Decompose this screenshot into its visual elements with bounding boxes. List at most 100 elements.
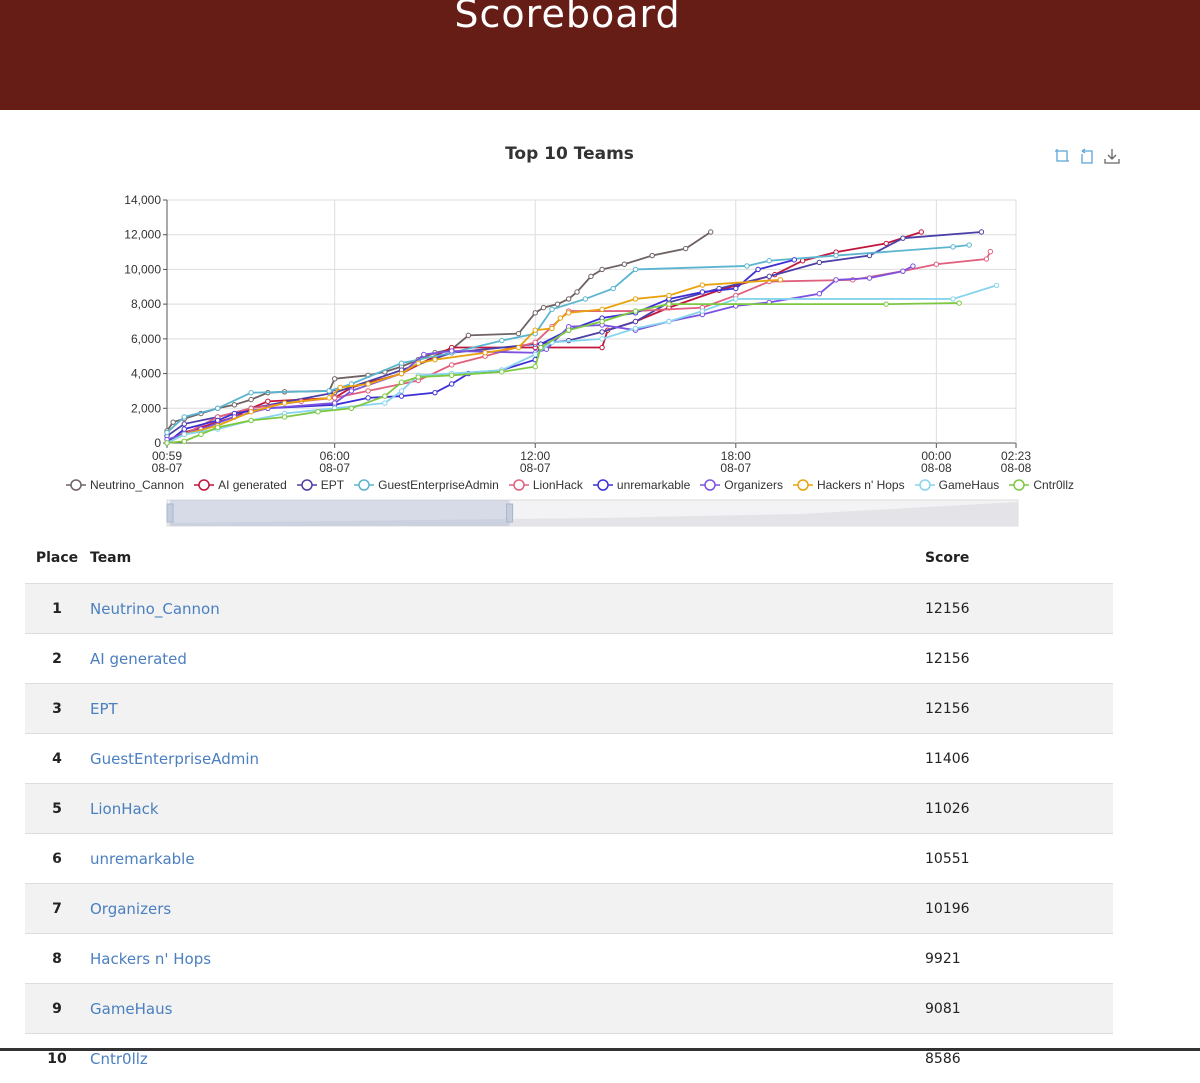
data-point <box>756 267 760 271</box>
data-point <box>332 377 336 381</box>
series-gamehaus <box>165 283 999 445</box>
table-row: 9 GameHaus 9081 <box>25 984 1113 1034</box>
team-link[interactable]: Cntr0llz <box>90 1050 148 1068</box>
data-point <box>633 267 637 271</box>
legend-label: Cntr0llz <box>1033 478 1074 492</box>
team-link[interactable]: GameHaus <box>90 1000 172 1018</box>
data-point <box>650 253 654 257</box>
team-link[interactable]: unremarkable <box>90 850 195 868</box>
data-point <box>366 382 370 386</box>
table-row: 10 Cntr0llz 8586 <box>25 1034 1113 1083</box>
legend-label: Neutrino_Cannon <box>90 478 184 492</box>
data-point <box>683 246 687 250</box>
team-cell: Neutrino_Cannon <box>89 584 924 634</box>
team-link[interactable]: AI generated <box>90 650 187 668</box>
place-cell: 5 <box>25 784 89 834</box>
team-cell: EPT <box>89 684 924 734</box>
place-cell: 3 <box>25 684 89 734</box>
legend-marker-icon <box>1009 479 1029 491</box>
data-point <box>583 297 587 301</box>
score-cell: 12156 <box>924 584 1113 634</box>
datazoom-handle[interactable] <box>167 504 173 522</box>
legend-item[interactable]: Hackers n' Hops <box>793 478 905 492</box>
data-point <box>366 396 370 400</box>
data-point <box>555 302 559 306</box>
data-point <box>566 328 570 332</box>
data-point <box>967 243 971 247</box>
data-point <box>550 307 554 311</box>
data-point <box>867 276 871 280</box>
legend-label: GuestEnterpriseAdmin <box>378 478 499 492</box>
data-point <box>667 293 671 297</box>
place-cell: 9 <box>25 984 89 1034</box>
legend-item[interactable]: Organizers <box>700 478 783 492</box>
table-row: 3 EPT 12156 <box>25 684 1113 734</box>
legend-label: LionHack <box>533 478 583 492</box>
table-row: 8 Hackers n' Hops 9921 <box>25 934 1113 984</box>
data-point <box>984 257 988 261</box>
legend-item[interactable]: GuestEnterpriseAdmin <box>354 478 499 492</box>
place-cell: 10 <box>25 1034 89 1083</box>
legend-label: Organizers <box>724 478 783 492</box>
data-point <box>182 422 186 426</box>
data-point <box>449 373 453 377</box>
x-tick-label-date: 08-08 <box>921 461 952 475</box>
team-link[interactable]: EPT <box>90 700 118 718</box>
data-point <box>767 274 771 278</box>
legend-item[interactable]: unremarkable <box>593 478 690 492</box>
table-header-row: Place Team Score <box>25 533 1113 584</box>
datazoom-handle[interactable] <box>507 504 513 522</box>
data-point <box>327 389 331 393</box>
team-link[interactable]: GuestEnterpriseAdmin <box>90 750 259 768</box>
data-point <box>622 262 626 266</box>
data-point <box>541 305 545 309</box>
data-point <box>700 283 704 287</box>
data-point <box>165 441 169 445</box>
legend-item[interactable]: Cntr0llz <box>1009 478 1074 492</box>
data-point <box>539 345 543 349</box>
data-point <box>449 382 453 386</box>
table-row: 6 unremarkable 10551 <box>25 834 1113 884</box>
data-point <box>249 390 253 394</box>
team-link[interactable]: Organizers <box>90 900 171 918</box>
data-point <box>994 283 998 287</box>
y-tick-label: 14,000 <box>124 193 161 207</box>
team-cell: Cntr0llz <box>89 1034 924 1083</box>
data-point <box>383 394 387 398</box>
legend-item[interactable]: EPT <box>297 478 344 492</box>
data-point <box>182 439 186 443</box>
data-point <box>533 340 537 344</box>
data-point <box>778 278 782 282</box>
legend-item[interactable]: LionHack <box>509 478 583 492</box>
legend-item[interactable]: GameHaus <box>915 478 1000 492</box>
table-row: 7 Organizers 10196 <box>25 884 1113 934</box>
data-point <box>633 297 637 301</box>
table-row: 2 AI generated 12156 <box>25 634 1113 684</box>
data-point <box>988 249 992 253</box>
legend-item[interactable]: AI generated <box>194 478 287 492</box>
team-link[interactable]: Neutrino_Cannon <box>90 600 220 618</box>
scoreboard-table: Place Team Score 1 Neutrino_Cannon 12156… <box>25 533 1113 1083</box>
data-point <box>366 389 370 393</box>
data-point <box>700 309 704 313</box>
data-point <box>633 319 637 323</box>
team-cell: GameHaus <box>89 984 924 1034</box>
team-header: Team <box>89 533 924 584</box>
data-point <box>633 309 637 313</box>
series-neutrino-cannon <box>165 230 713 433</box>
team-link[interactable]: LionHack <box>90 800 159 818</box>
table-row: 4 GuestEnterpriseAdmin 11406 <box>25 734 1113 784</box>
data-point <box>589 274 593 278</box>
legend-item[interactable]: Neutrino_Cannon <box>66 478 184 492</box>
y-tick-label: 10,000 <box>124 262 161 276</box>
data-point <box>566 311 570 315</box>
data-point <box>349 406 353 410</box>
team-link[interactable]: Hackers n' Hops <box>90 950 211 968</box>
team-cell: AI generated <box>89 634 924 684</box>
place-header: Place <box>25 533 89 584</box>
score-header: Score <box>924 533 1113 584</box>
score-cell: 9921 <box>924 934 1113 984</box>
x-tick-label-date: 08-07 <box>152 461 183 475</box>
datazoom-selection[interactable] <box>170 500 510 526</box>
data-point <box>600 267 604 271</box>
